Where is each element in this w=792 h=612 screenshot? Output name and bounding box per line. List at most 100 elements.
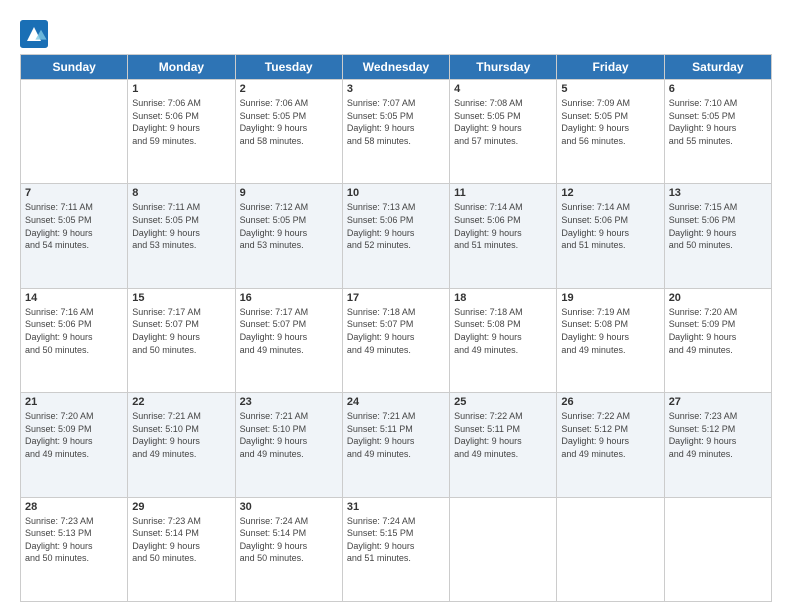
day-info: Sunrise: 7:24 AM Sunset: 5:15 PM Dayligh… [347, 515, 445, 565]
calendar-week-3: 14 Sunrise: 7:16 AM Sunset: 5:06 PM Dayli… [21, 288, 772, 392]
day-info: Sunrise: 7:13 AM Sunset: 5:06 PM Dayligh… [347, 201, 445, 251]
day-number: 31 [347, 501, 445, 513]
day-number: 4 [454, 83, 552, 95]
calendar-cell: 28Sunrise: 7:23 AM Sunset: 5:13 PM Dayli… [21, 497, 128, 601]
day-info: Sunrise: 7:18 AM Sunset: 5:08 PM Dayligh… [454, 306, 552, 356]
day-number: 24 [347, 396, 445, 408]
header [20, 16, 772, 48]
calendar-cell: 29 Sunrise: 7:23 AM Sunset: 5:14 PM Dayli… [128, 497, 235, 601]
calendar-cell: 9 Sunrise: 7:12 AM Sunset: 5:05 PM Daylig… [235, 184, 342, 288]
day-info: Sunrise: 7:12 AM Sunset: 5:05 PM Dayligh… [240, 201, 338, 251]
day-info: Sunrise: 7:21 AM Sunset: 5:10 PM Dayligh… [240, 410, 338, 460]
calendar-cell: 15Sunrise: 7:17 AM Sunset: 5:07 PM Dayli… [128, 288, 235, 392]
logo [20, 20, 50, 48]
weekday-header-wednesday: Wednesday [342, 55, 449, 80]
day-number: 26 [561, 396, 659, 408]
day-info: Sunrise: 7:06 AM Sunset: 5:05 PM Dayligh… [240, 97, 338, 147]
day-number: 15 [132, 292, 230, 304]
calendar-cell: 13 Sunrise: 7:15 AM Sunset: 5:06 PM Dayli… [664, 184, 771, 288]
day-number: 10 [347, 187, 445, 199]
calendar-cell: 20 Sunrise: 7:20 AM Sunset: 5:09 PM Dayli… [664, 288, 771, 392]
calendar-cell: 30Sunrise: 7:24 AM Sunset: 5:14 PM Dayli… [235, 497, 342, 601]
weekday-header-tuesday: Tuesday [235, 55, 342, 80]
calendar-cell: 7Sunrise: 7:11 AM Sunset: 5:05 PM Daylig… [21, 184, 128, 288]
day-info: Sunrise: 7:06 AM Sunset: 5:06 PM Dayligh… [132, 97, 230, 147]
day-number: 18 [454, 292, 552, 304]
calendar-week-1: 1 Sunrise: 7:06 AM Sunset: 5:06 PM Daylig… [21, 80, 772, 184]
calendar-week-5: 28Sunrise: 7:23 AM Sunset: 5:13 PM Dayli… [21, 497, 772, 601]
day-info: Sunrise: 7:16 AM Sunset: 5:06 PM Dayligh… [25, 306, 123, 356]
calendar-cell: 6Sunrise: 7:10 AM Sunset: 5:05 PM Daylig… [664, 80, 771, 184]
day-info: Sunrise: 7:11 AM Sunset: 5:05 PM Dayligh… [132, 201, 230, 251]
weekday-header-saturday: Saturday [664, 55, 771, 80]
calendar-body: 1 Sunrise: 7:06 AM Sunset: 5:06 PM Daylig… [21, 80, 772, 602]
calendar-cell: 10 Sunrise: 7:13 AM Sunset: 5:06 PM Dayli… [342, 184, 449, 288]
calendar-cell: 14 Sunrise: 7:16 AM Sunset: 5:06 PM Dayli… [21, 288, 128, 392]
calendar-cell: 5 Sunrise: 7:09 AM Sunset: 5:05 PM Daylig… [557, 80, 664, 184]
day-info: Sunrise: 7:20 AM Sunset: 5:09 PM Dayligh… [669, 306, 767, 356]
day-info: Sunrise: 7:15 AM Sunset: 5:06 PM Dayligh… [669, 201, 767, 251]
calendar-cell: 18 Sunrise: 7:18 AM Sunset: 5:08 PM Dayli… [450, 288, 557, 392]
weekday-header-sunday: Sunday [21, 55, 128, 80]
day-number: 21 [25, 396, 123, 408]
weekday-header-row: SundayMondayTuesdayWednesdayThursdayFrid… [21, 55, 772, 80]
calendar-cell: 4 Sunrise: 7:08 AM Sunset: 5:05 PM Daylig… [450, 80, 557, 184]
day-info: Sunrise: 7:23 AM Sunset: 5:14 PM Dayligh… [132, 515, 230, 565]
calendar-cell: 12Sunrise: 7:14 AM Sunset: 5:06 PM Dayli… [557, 184, 664, 288]
calendar-cell: 31 Sunrise: 7:24 AM Sunset: 5:15 PM Dayli… [342, 497, 449, 601]
day-info: Sunrise: 7:07 AM Sunset: 5:05 PM Dayligh… [347, 97, 445, 147]
day-number: 13 [669, 187, 767, 199]
day-number: 12 [561, 187, 659, 199]
calendar-cell: 16Sunrise: 7:17 AM Sunset: 5:07 PM Dayli… [235, 288, 342, 392]
day-info: Sunrise: 7:14 AM Sunset: 5:06 PM Dayligh… [454, 201, 552, 251]
day-number: 23 [240, 396, 338, 408]
calendar-cell: 1 Sunrise: 7:06 AM Sunset: 5:06 PM Daylig… [128, 80, 235, 184]
calendar-cell: 8Sunrise: 7:11 AM Sunset: 5:05 PM Daylig… [128, 184, 235, 288]
day-number: 27 [669, 396, 767, 408]
weekday-header-thursday: Thursday [450, 55, 557, 80]
calendar-cell: 26 Sunrise: 7:22 AM Sunset: 5:12 PM Dayli… [557, 393, 664, 497]
day-number: 1 [132, 83, 230, 95]
calendar-cell: 25 Sunrise: 7:22 AM Sunset: 5:11 PM Dayli… [450, 393, 557, 497]
weekday-header-monday: Monday [128, 55, 235, 80]
weekday-header-friday: Friday [557, 55, 664, 80]
day-info: Sunrise: 7:23 AM Sunset: 5:12 PM Dayligh… [669, 410, 767, 460]
day-info: Sunrise: 7:18 AM Sunset: 5:07 PM Dayligh… [347, 306, 445, 356]
day-number: 20 [669, 292, 767, 304]
calendar-cell: 3 Sunrise: 7:07 AM Sunset: 5:05 PM Daylig… [342, 80, 449, 184]
day-info: Sunrise: 7:21 AM Sunset: 5:10 PM Dayligh… [132, 410, 230, 460]
day-number: 29 [132, 501, 230, 513]
calendar-cell: 11Sunrise: 7:14 AM Sunset: 5:06 PM Dayli… [450, 184, 557, 288]
day-info: Sunrise: 7:08 AM Sunset: 5:05 PM Dayligh… [454, 97, 552, 147]
calendar-cell: 23 Sunrise: 7:21 AM Sunset: 5:10 PM Dayli… [235, 393, 342, 497]
calendar-page: SundayMondayTuesdayWednesdayThursdayFrid… [0, 0, 792, 612]
day-number: 14 [25, 292, 123, 304]
calendar-cell: 21 Sunrise: 7:20 AM Sunset: 5:09 PM Dayli… [21, 393, 128, 497]
calendar-week-4: 21 Sunrise: 7:20 AM Sunset: 5:09 PM Dayli… [21, 393, 772, 497]
day-number: 5 [561, 83, 659, 95]
day-number: 3 [347, 83, 445, 95]
calendar-cell [557, 497, 664, 601]
day-info: Sunrise: 7:23 AM Sunset: 5:13 PM Dayligh… [25, 515, 123, 565]
day-info: Sunrise: 7:09 AM Sunset: 5:05 PM Dayligh… [561, 97, 659, 147]
day-number: 22 [132, 396, 230, 408]
calendar-cell: 24Sunrise: 7:21 AM Sunset: 5:11 PM Dayli… [342, 393, 449, 497]
day-number: 9 [240, 187, 338, 199]
day-info: Sunrise: 7:20 AM Sunset: 5:09 PM Dayligh… [25, 410, 123, 460]
day-number: 19 [561, 292, 659, 304]
calendar-table: SundayMondayTuesdayWednesdayThursdayFrid… [20, 54, 772, 602]
day-number: 2 [240, 83, 338, 95]
day-number: 6 [669, 83, 767, 95]
calendar-cell: 22 Sunrise: 7:21 AM Sunset: 5:10 PM Dayli… [128, 393, 235, 497]
calendar-cell: 2 Sunrise: 7:06 AM Sunset: 5:05 PM Daylig… [235, 80, 342, 184]
calendar-cell [21, 80, 128, 184]
day-info: Sunrise: 7:11 AM Sunset: 5:05 PM Dayligh… [25, 201, 123, 251]
day-number: 17 [347, 292, 445, 304]
day-info: Sunrise: 7:22 AM Sunset: 5:12 PM Dayligh… [561, 410, 659, 460]
logo-icon [20, 20, 48, 48]
calendar-cell [450, 497, 557, 601]
day-info: Sunrise: 7:22 AM Sunset: 5:11 PM Dayligh… [454, 410, 552, 460]
day-number: 30 [240, 501, 338, 513]
calendar-cell: 27 Sunrise: 7:23 AM Sunset: 5:12 PM Dayli… [664, 393, 771, 497]
day-number: 25 [454, 396, 552, 408]
